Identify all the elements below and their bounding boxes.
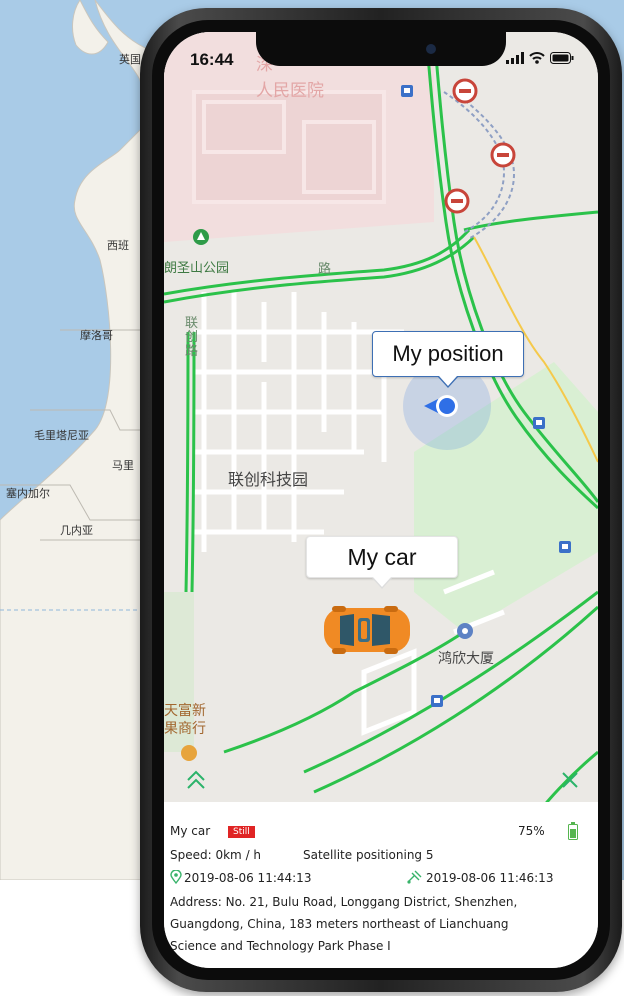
battery-percent: 75% [518,824,545,838]
wifi-icon [529,52,545,64]
my-car-callout: My car [306,536,458,589]
bg-label-senegal: 塞内加尔 [6,487,50,500]
signal-time: 2019-08-06 11:46:13 [426,871,554,885]
status-icons [506,52,574,64]
car-marker-icon[interactable] [322,602,412,658]
park-marker-icon[interactable] [192,228,210,246]
close-icon [562,772,578,788]
camera-icon [426,44,436,54]
building-marker-icon[interactable] [456,622,474,640]
map-label-road-top: 路 [318,262,332,277]
address-line-2: Guangdong, China, 183 meters northeast o… [170,917,509,931]
street-map[interactable] [164,32,598,832]
bg-label-mauritania: 毛里塔尼亚 [34,429,89,442]
bg-label-mali: 马里 [112,459,134,472]
battery-icon [550,52,574,64]
location-pin-icon [170,870,182,884]
bus-stop-icon[interactable] [532,416,546,430]
status-time: 16:44 [190,50,234,69]
map-label-hospital[interactable]: 人民医院 [256,76,324,101]
battery-level-icon [568,822,578,840]
bg-label-guinea: 几内亚 [60,524,93,537]
address-line-3: Science and Technology Park Phase I [170,939,391,953]
bg-label-morocco: 摩洛哥 [80,329,113,342]
bg-label-spain: 西班 [107,239,129,252]
phone-notch [256,32,506,66]
positioning-text: Satellite positioning 5 [303,848,434,862]
map-label-shop-line1[interactable]: 天富新 [164,700,206,720]
signal-icon [506,52,524,64]
vehicle-name-row: My car Still [170,824,255,838]
no-entry-icon [490,142,516,168]
map-label-shop-line2[interactable]: 果商行 [164,718,206,738]
bg-label-uk: 英国 [119,53,141,66]
no-entry-icon [444,188,470,214]
chevron-double-up-icon [187,770,205,789]
no-entry-icon [452,78,478,104]
map-label-road-vertical: 联创路 [185,316,199,359]
map-label-tech-park[interactable]: 联创科技园 [228,466,308,490]
bus-stop-icon[interactable] [558,540,572,554]
vehicle-name: My car [170,824,211,838]
satellite-icon [407,870,422,884]
phone-frame: 深 人民医院 朗圣山公园 路 联创路 联创科技园 鸿欣大厦 天富新 果商行 My… [140,8,622,992]
my-position-marker-icon[interactable] [422,390,462,422]
my-position-callout: My position [372,331,524,388]
map-label-building[interactable]: 鸿欣大厦 [438,648,494,668]
bus-stop-icon[interactable] [430,694,444,708]
gps-time: 2019-08-06 11:44:13 [184,871,312,885]
close-panel-button[interactable] [554,764,586,796]
address-line-1: Address: No. 21, Bulu Road, Longgang Dis… [170,895,518,909]
bus-stop-icon[interactable] [400,84,414,98]
status-badge: Still [227,826,255,838]
phone-screen: 深 人民医院 朗圣山公园 路 联创路 联创科技园 鸿欣大厦 天富新 果商行 My… [164,32,598,968]
expand-panel-button[interactable] [176,762,216,798]
speed-text: Speed: 0km / h [170,848,262,862]
vehicle-info-panel: My car Still 75% Speed: 0km / h Satellit… [164,802,598,968]
map-label-park[interactable]: 朗圣山公园 [164,257,229,276]
